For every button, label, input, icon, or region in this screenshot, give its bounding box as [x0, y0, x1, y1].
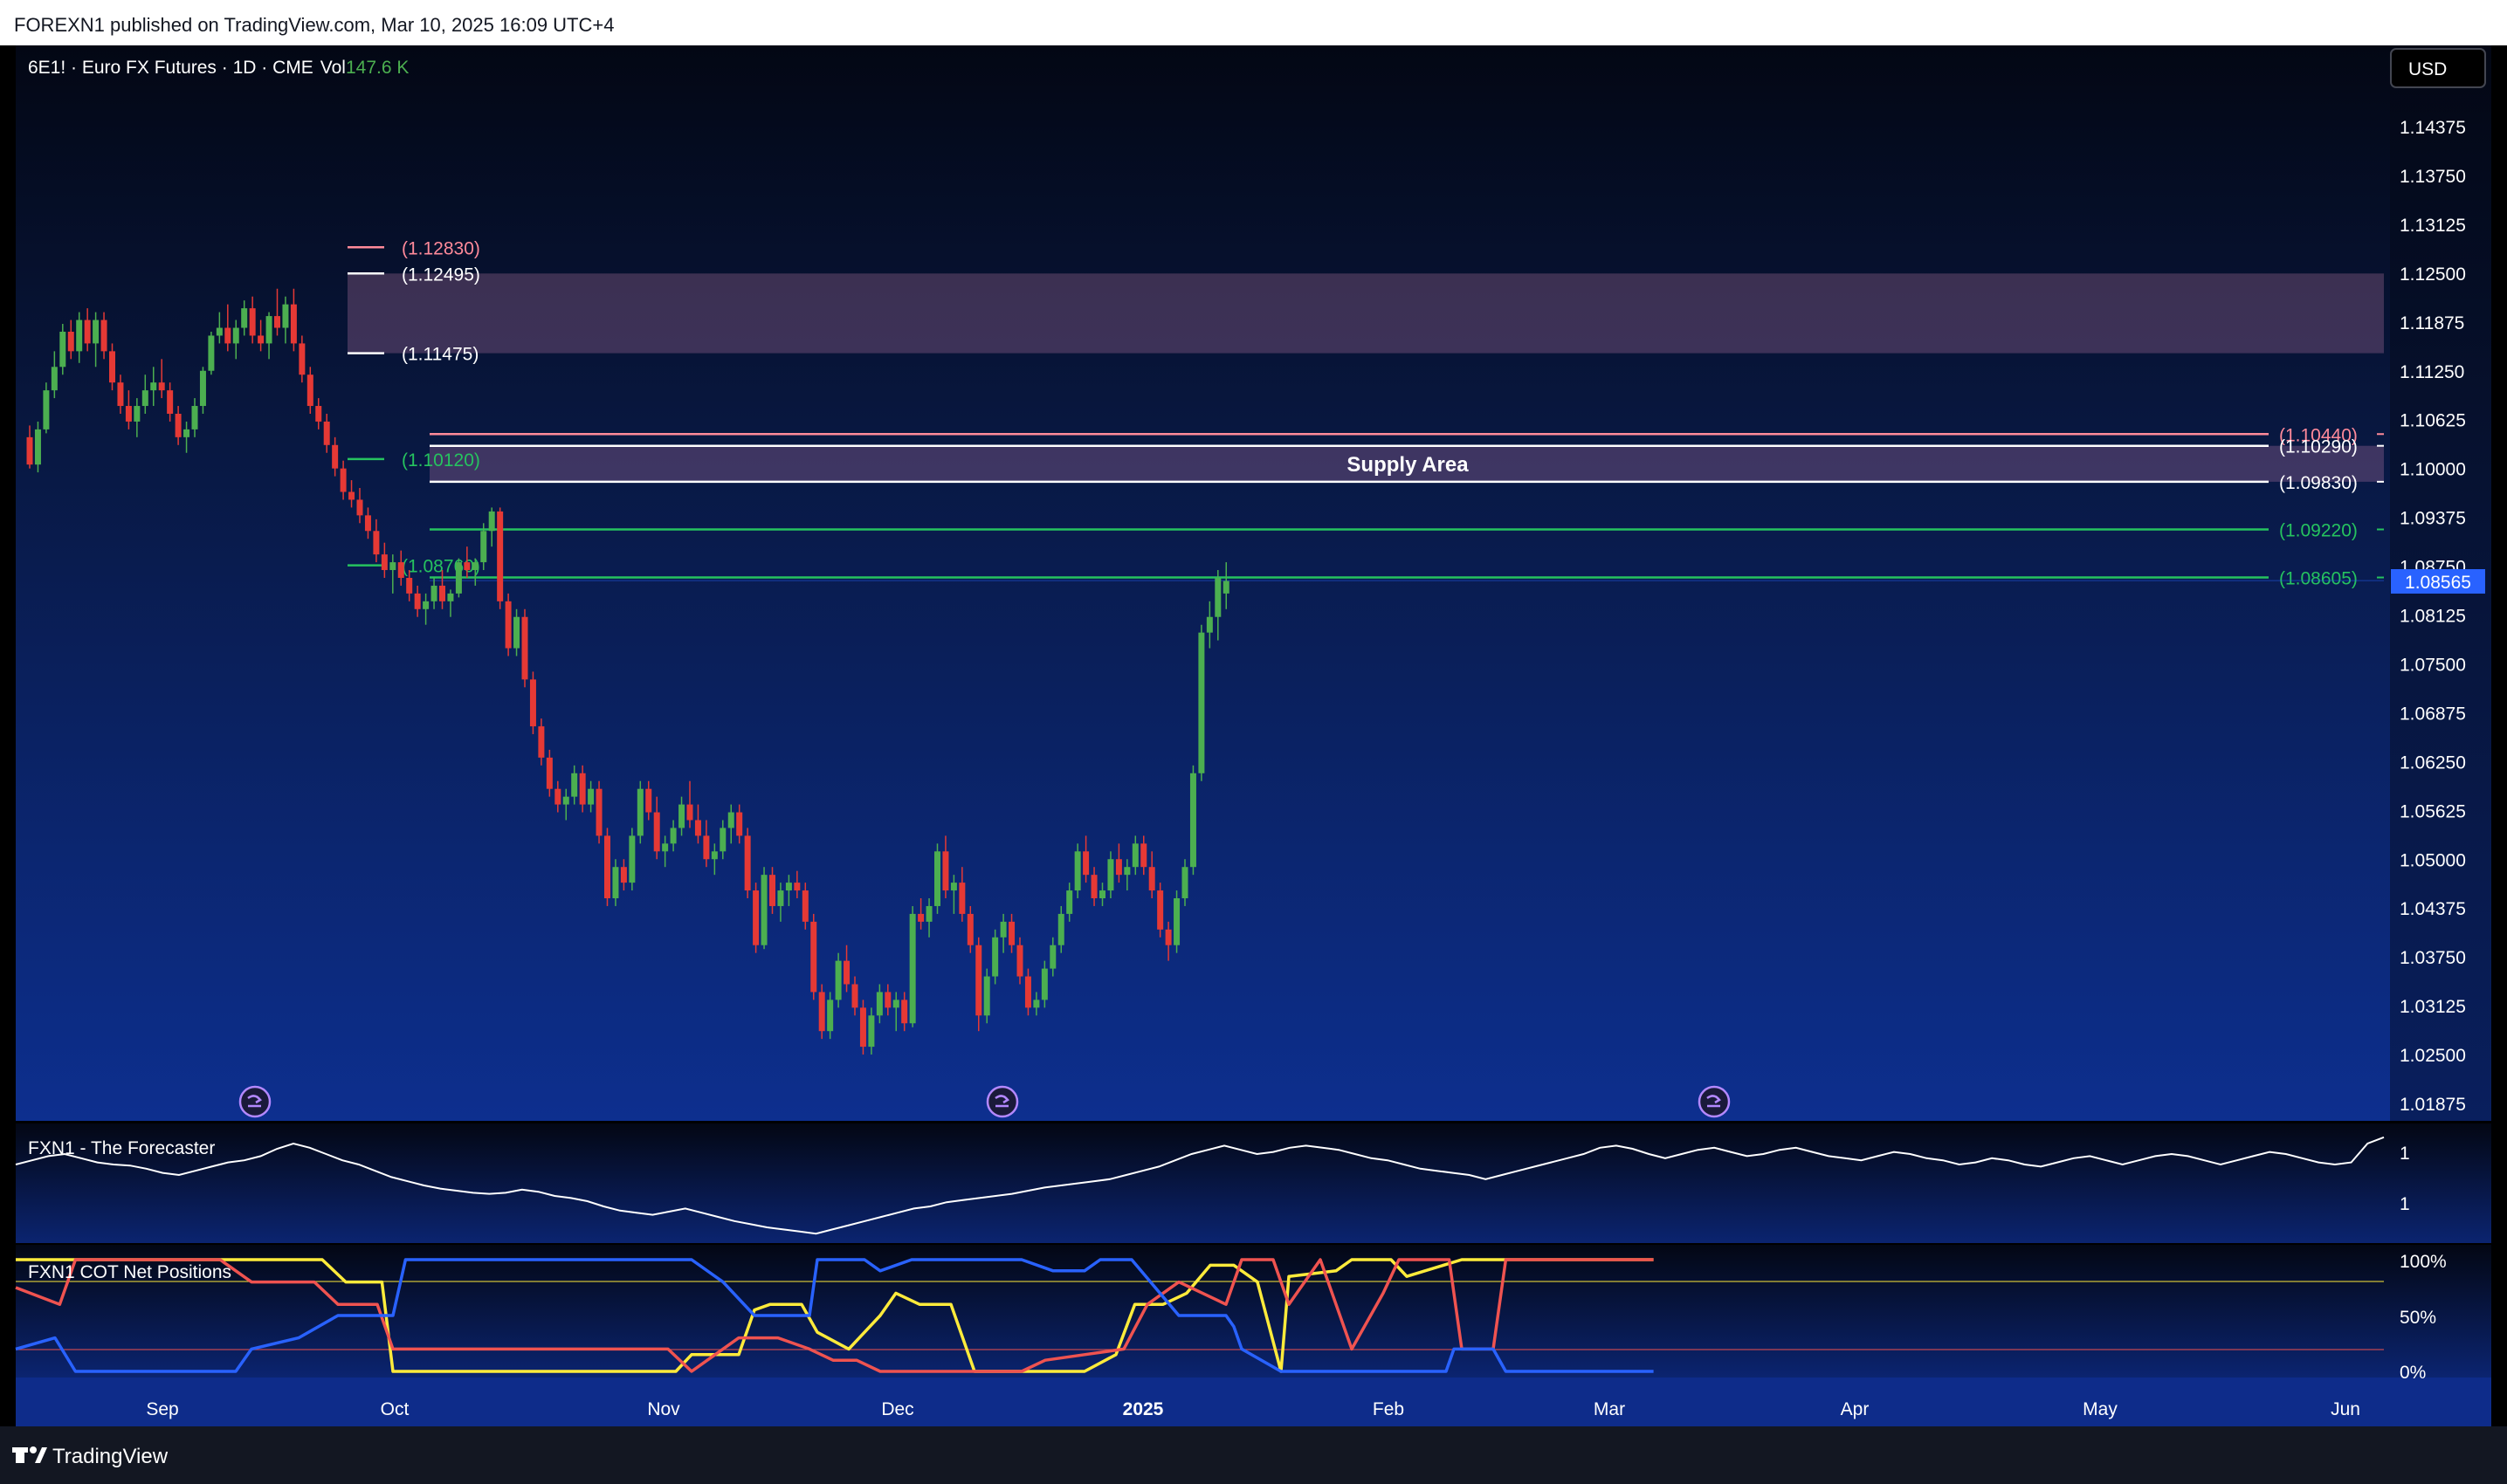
- symbol-text: 6E1! · Euro FX Futures · 1D · CME: [28, 58, 313, 78]
- price-tick: 1.03125: [2400, 997, 2466, 1017]
- price-tick: 1.13750: [2400, 167, 2466, 187]
- vol-label: Vol: [320, 58, 346, 78]
- vol-value: 147.6 K: [346, 58, 409, 78]
- time-tick: Dec: [881, 1399, 913, 1419]
- price-level-label: (1.10120): [402, 450, 480, 471]
- price-level-label: (1.12495): [402, 265, 480, 285]
- candle: [521, 608, 528, 688]
- candle: [1198, 624, 1205, 781]
- price-tick: 1.06250: [2400, 752, 2466, 773]
- currency-label: USD: [2408, 59, 2447, 79]
- candle: [604, 828, 610, 906]
- price-tick: 1.04375: [2400, 899, 2466, 919]
- candle: [818, 984, 825, 1040]
- candle: [909, 905, 916, 1027]
- price-tick: 1.12500: [2400, 265, 2466, 285]
- time-tick: Sep: [146, 1399, 178, 1419]
- brand-name: TradingView: [52, 1445, 169, 1468]
- price-level-label: (1.12830): [402, 238, 480, 258]
- forecaster-title: FXN1 - The Forecaster: [28, 1138, 215, 1158]
- time-tick: 2025: [1123, 1399, 1164, 1419]
- candle: [637, 780, 644, 844]
- forward-arrow-icon[interactable]: [986, 1085, 1019, 1118]
- price-level-label: (1.09830): [2279, 473, 2358, 493]
- candle: [753, 883, 760, 953]
- price-level-label: (1.09220): [2279, 520, 2358, 540]
- time-tick: Nov: [647, 1399, 680, 1419]
- candle: [810, 913, 817, 1000]
- forecaster-tick: 1: [2400, 1194, 2410, 1214]
- cot-tick: 0%: [2400, 1363, 2426, 1383]
- candle: [596, 780, 603, 844]
- time-tick: Mar: [1594, 1399, 1625, 1419]
- price-level-label: (1.11475): [402, 345, 479, 365]
- candle: [744, 828, 751, 899]
- candle: [629, 828, 636, 891]
- price-tick: 1.07500: [2400, 655, 2466, 675]
- price-tick: 1.11250: [2400, 362, 2464, 382]
- candle: [761, 867, 768, 950]
- price-tick: 1.14375: [2400, 118, 2466, 138]
- price-tick: 1.13125: [2400, 216, 2466, 236]
- time-tick: Feb: [1373, 1399, 1404, 1419]
- price-tick: 1.01875: [2400, 1095, 2466, 1115]
- forward-arrow-icon[interactable]: [238, 1085, 272, 1118]
- price-tick: 1.08125: [2400, 607, 2466, 627]
- tradingview-chart: FOREXN1 published on TradingView.com, Ma…: [0, 0, 2507, 1484]
- last-price-value: 1.08565: [2405, 573, 2471, 593]
- price-tick: 1.05625: [2400, 801, 2466, 821]
- candle: [859, 1000, 866, 1055]
- time-tick: Oct: [381, 1399, 410, 1419]
- price-tick: 1.06875: [2400, 704, 2466, 724]
- candle: [497, 507, 504, 609]
- price-tick: 1.10000: [2400, 460, 2466, 480]
- forecaster-pane: [16, 1123, 2390, 1243]
- candle: [208, 331, 215, 375]
- supply-area-label: Supply Area: [1346, 453, 1469, 477]
- cot-pane: [16, 1245, 2390, 1378]
- candle: [983, 968, 990, 1024]
- candle: [505, 593, 512, 656]
- price-level-label: (1.08605): [2279, 569, 2358, 589]
- brand-bar: [0, 1426, 2507, 1484]
- price-level-label: (1.10290): [2279, 437, 2358, 457]
- time-tick: May: [2083, 1399, 2118, 1419]
- cot-tick: 50%: [2400, 1308, 2436, 1328]
- candle: [1189, 765, 1196, 876]
- time-tick: Apr: [1841, 1399, 1870, 1419]
- price-tick: 1.03750: [2400, 948, 2466, 968]
- candle: [1157, 883, 1164, 938]
- time-tick: Jun: [2331, 1399, 2360, 1419]
- price-tick: 1.09375: [2400, 509, 2466, 529]
- forecaster-tick: 1: [2400, 1144, 2410, 1164]
- candle: [1174, 890, 1181, 953]
- candle: [529, 671, 536, 735]
- price-tick: 1.02500: [2400, 1046, 2466, 1066]
- main-pane: [16, 45, 2390, 1122]
- candle: [455, 558, 462, 598]
- symbol-legend: 6E1! · Euro FX Futures · 1D · CME Vol147.…: [28, 58, 409, 78]
- currency-button[interactable]: USD: [2390, 48, 2486, 88]
- publish-line: FOREXN1 published on TradingView.com, Ma…: [14, 14, 614, 36]
- price-tick: 1.10625: [2400, 411, 2466, 431]
- upper-zone: [348, 273, 2384, 354]
- candle: [934, 843, 940, 914]
- last-price-tag: 1.08565: [2391, 569, 2485, 594]
- candle: [1074, 843, 1081, 899]
- candle: [992, 929, 999, 985]
- forward-arrow-icon[interactable]: [1698, 1085, 1731, 1118]
- price-tick: 1.11875: [2400, 313, 2464, 333]
- price-tick: 1.05000: [2400, 850, 2466, 870]
- candle: [835, 952, 842, 1008]
- cot-tick: 100%: [2400, 1252, 2447, 1272]
- cot-title: FXN1 COT Net Positions: [28, 1262, 231, 1282]
